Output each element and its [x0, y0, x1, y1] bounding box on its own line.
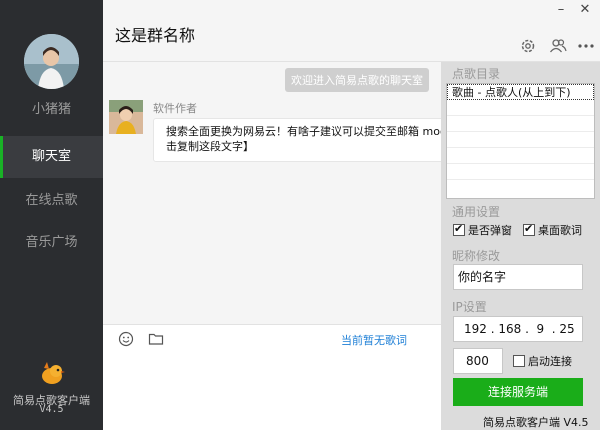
desktop-lyrics-checkbox[interactable]: 桌面歌词: [523, 222, 582, 238]
nickname-input[interactable]: 你的名字: [453, 264, 583, 290]
connect-server-button[interactable]: 连接服务端: [453, 378, 583, 406]
group-title: 这是群名称: [115, 26, 196, 45]
song-catalog-label: 点歌目录: [452, 67, 501, 81]
message-text-line-1: 搜索全面更换为网易云！有啥子建议可以提交至邮箱 moon_: [166, 125, 441, 138]
desktop-lyrics-label: 桌面歌词: [538, 224, 582, 237]
list-item[interactable]: [447, 132, 594, 148]
app-logo-icon: [38, 360, 66, 386]
minimize-button[interactable]: –: [551, 2, 571, 18]
client-version-label: 简易点歌客户端 V4.5: [483, 416, 589, 429]
ip-input[interactable]: 192 . 168 . 9 . 25: [453, 316, 583, 342]
emoji-icon[interactable]: [118, 331, 134, 347]
list-item[interactable]: [447, 148, 594, 164]
danmaku-checkbox[interactable]: 是否弹窗: [453, 222, 512, 238]
user-avatar[interactable]: [24, 34, 79, 89]
message-input[interactable]: [103, 352, 441, 430]
general-settings-label: 通用设置: [452, 205, 501, 219]
message-avatar[interactable]: [109, 100, 143, 134]
danmaku-check-icon[interactable]: [453, 222, 465, 236]
song-list[interactable]: 歌曲 - 点歌人(从上到下): [446, 83, 595, 199]
gear-icon[interactable]: [519, 38, 537, 54]
autoconnect-checkbox[interactable]: 启动连接: [513, 353, 572, 369]
right-panel: 点歌目录 歌曲 - 点歌人(从上到下) 通用设置 是否弹窗 桌面歌词 昵称修改 …: [441, 62, 600, 430]
nickname-label: 昵称修改: [452, 249, 501, 263]
close-button[interactable]: ✕: [575, 2, 595, 18]
app-version: V4.5: [39, 404, 64, 415]
header: 这是群名称 – ✕: [103, 0, 600, 62]
system-message: 欢迎进入简易点歌的聊天室: [285, 68, 429, 92]
input-toolbar: 当前暂无歌词: [103, 324, 441, 352]
nav-item-online-request[interactable]: 在线点歌: [0, 180, 103, 222]
current-lyric-status: 当前暂无歌词: [341, 334, 407, 347]
message-author: 软件作者: [153, 102, 197, 115]
message-bubble: 搜索全面更换为网易云！有啥子建议可以提交至邮箱 moon_ 击复制这段文字】: [153, 118, 441, 162]
folder-icon[interactable]: [148, 331, 164, 347]
sidebar: 小猪猪 聊天室 在线点歌 音乐广场 简易点歌客户端 V4.5: [0, 0, 103, 430]
nav-item-chatroom[interactable]: 聊天室: [0, 136, 103, 178]
autoconnect-check-icon[interactable]: [513, 355, 525, 367]
chat-area: 欢迎进入简易点歌的聊天室 软件作者 搜索全面更换为网易云！有啥子建议可以提交至邮…: [103, 62, 441, 324]
message-text-line-2: 击复制这段文字】: [166, 140, 254, 153]
port-input[interactable]: 800: [453, 348, 503, 374]
song-list-header: 歌曲 - 点歌人(从上到下): [447, 84, 594, 100]
nav-item-music-square[interactable]: 音乐广场: [0, 222, 103, 264]
list-item[interactable]: [447, 116, 594, 132]
group-icon[interactable]: [549, 38, 567, 54]
danmaku-label: 是否弹窗: [468, 224, 512, 237]
list-item[interactable]: [447, 100, 594, 116]
username: 小猪猪: [31, 102, 71, 117]
desktop-lyrics-check-icon[interactable]: [523, 222, 535, 236]
more-icon[interactable]: [577, 38, 595, 54]
autoconnect-label: 启动连接: [528, 355, 572, 368]
list-item[interactable]: [447, 164, 594, 180]
ip-settings-label: IP设置: [452, 300, 487, 314]
